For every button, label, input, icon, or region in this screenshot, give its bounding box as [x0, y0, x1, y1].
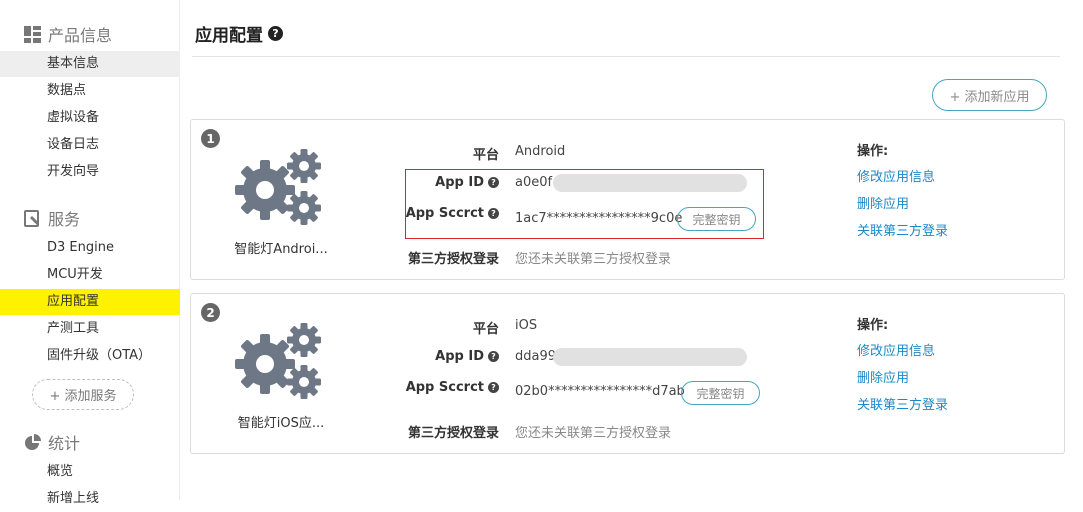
app-secret-value: 02b0****************d7ab [515, 384, 685, 399]
app-name: 智能灯Androi... [234, 242, 328, 257]
platform-value: iOS [515, 318, 538, 333]
app-secret-label: App Sccrct ? [379, 380, 499, 395]
app-id-label-text: App ID [435, 349, 484, 364]
sidebar-item-datapoints[interactable]: 数据点 [0, 78, 180, 104]
operations-title: 操作: [857, 318, 889, 333]
delete-app-link[interactable]: 删除应用 [857, 193, 909, 212]
link-third-party-link[interactable]: 关联第三方登录 [857, 220, 948, 239]
sidebar-item-device-log[interactable]: 设备日志 [0, 132, 180, 158]
help-icon[interactable]: ? [268, 26, 283, 41]
sidebar-item-d3-engine[interactable]: D3 Engine [0, 235, 180, 261]
app-index-badge: 2 [201, 303, 220, 322]
help-icon[interactable]: ? [488, 351, 499, 362]
highlight-box [405, 169, 764, 239]
sidebar-section-title: 产品信息 [48, 26, 113, 45]
sidebar-item-virtual-device[interactable]: 虚拟设备 [0, 105, 180, 131]
wrench-icon [24, 209, 39, 227]
gears-icon [235, 323, 321, 399]
sidebar-item-overview[interactable]: 概览 [0, 459, 180, 485]
operations-title: 操作: [857, 144, 889, 159]
third-party-label: 第三方授权登录 [407, 426, 499, 441]
pie-chart-icon [25, 433, 41, 450]
third-party-status: 您还未关联第三方授权登录 [515, 426, 672, 441]
sidebar-item-new-online[interactable]: 新增上线 [0, 486, 180, 512]
sidebar-item-basic-info[interactable]: 基本信息 [0, 51, 180, 77]
app-id-label: App ID ? [379, 349, 499, 364]
divider [192, 56, 1060, 57]
link-third-party-link[interactable]: 关联第三方登录 [857, 394, 948, 413]
app-card: 2 智能灯iOS应... 平台 iOS App ID ? dda99 App S… [190, 293, 1065, 454]
sidebar-item-production-test[interactable]: 产测工具 [0, 316, 180, 342]
sidebar-item-app-config[interactable]: 应用配置 [0, 289, 180, 315]
app-secret-label-text: App Sccrct [405, 380, 484, 395]
platform-label: 平台 [472, 322, 499, 337]
full-key-button[interactable]: 完整密钥 [681, 381, 760, 405]
main-content: 应用配置 ? + 添加新应用 1 智能灯Androi... 平台 Android… [180, 0, 1083, 500]
sidebar-section-title: 统计 [48, 434, 81, 453]
platform-value: Android [515, 144, 566, 159]
gears-icon [235, 149, 321, 225]
sidebar-item-ota[interactable]: 固件升级（OTA） [0, 343, 180, 369]
app-index-badge: 1 [201, 129, 220, 148]
page-title-text: 应用配置 [195, 26, 263, 46]
add-app-button[interactable]: + 添加新应用 [932, 79, 1047, 111]
third-party-status: 您还未关联第三方授权登录 [515, 252, 672, 267]
app-id-value: dda99 [515, 349, 557, 364]
sidebar: 产品信息 基本信息 数据点 虚拟设备 设备日志 开发向导 服务 D3 Engin… [0, 0, 180, 506]
help-icon[interactable]: ? [488, 382, 499, 393]
sidebar-section-product: 产品信息 [24, 23, 112, 45]
sidebar-section-service: 服务 [24, 207, 80, 229]
edit-app-link[interactable]: 修改应用信息 [857, 166, 935, 185]
page-title: 应用配置 ? [195, 21, 283, 46]
sidebar-item-mcu-dev[interactable]: MCU开发 [0, 262, 180, 288]
sidebar-item-dev-guide[interactable]: 开发向导 [0, 159, 180, 185]
add-service-button[interactable]: + 添加服务 [32, 379, 134, 410]
edit-app-link[interactable]: 修改应用信息 [857, 340, 935, 359]
third-party-label: 第三方授权登录 [407, 252, 499, 267]
sidebar-section-stats: 统计 [24, 431, 80, 453]
app-card: 1 智能灯Androi... 平台 Android App ID ? a0e0f… [190, 119, 1065, 280]
grid-icon [24, 25, 41, 43]
platform-label: 平台 [472, 148, 499, 163]
app-name: 智能灯iOS应... [237, 416, 325, 431]
delete-app-link[interactable]: 删除应用 [857, 367, 909, 386]
sidebar-section-title: 服务 [48, 210, 81, 229]
redacted-blur [553, 348, 747, 366]
